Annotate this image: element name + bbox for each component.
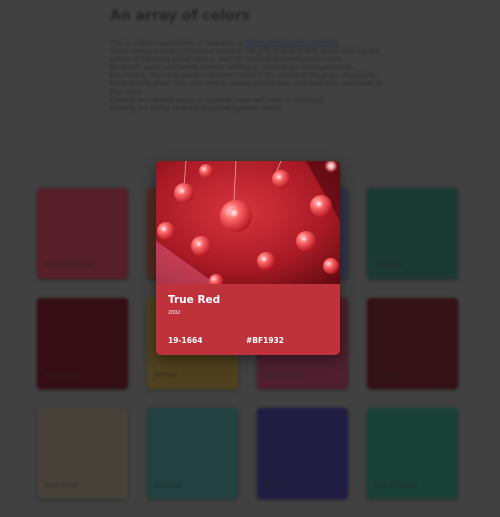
color-lightbox-modal[interactable]: True Red 2002 19-1664 #BF1932 xyxy=(156,161,340,355)
modal-color-year: 2002 xyxy=(168,311,181,316)
modal-info-panel: True Red 2002 19-1664 #BF1932 xyxy=(156,284,340,355)
hex-value[interactable]: #BF1932 xyxy=(246,336,284,345)
pantone-value[interactable]: 19-1664 xyxy=(168,336,202,345)
modal-color-name: True Red xyxy=(168,294,221,306)
modal-photo xyxy=(156,161,340,284)
